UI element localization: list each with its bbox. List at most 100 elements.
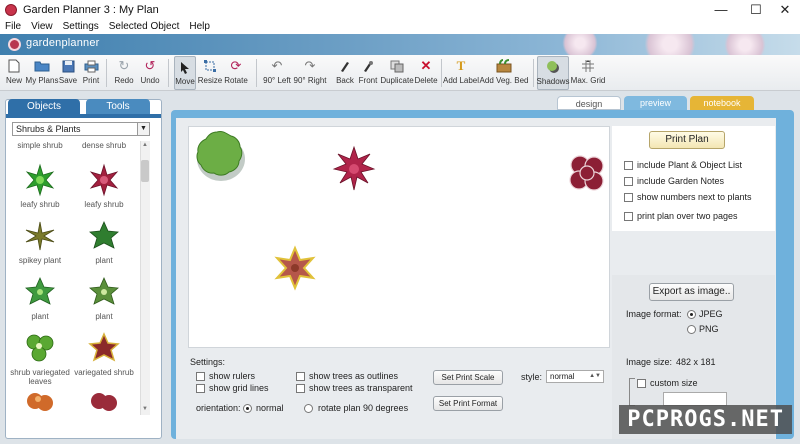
menu-file[interactable]: File xyxy=(0,21,26,32)
print-button[interactable]: Print xyxy=(81,56,101,90)
add-label-button[interactable]: T Add Label xyxy=(443,56,479,90)
new-button[interactable]: New xyxy=(3,56,25,90)
resize-mode-button[interactable]: Resize xyxy=(198,56,222,90)
plant-list-scrollbar[interactable] xyxy=(140,141,150,415)
image-size-value: 482 x 181 xyxy=(676,357,716,367)
list-item[interactable]: variegated shrub xyxy=(74,331,134,377)
plant-library-list: simple shrub dense shrub leafy shrub lea… xyxy=(10,141,138,414)
redo-button[interactable]: ↻ Redo xyxy=(113,56,135,90)
dark-red-shrub[interactable] xyxy=(565,151,609,195)
minimize-button[interactable]: — xyxy=(706,0,736,19)
tab-design[interactable]: design xyxy=(557,96,621,110)
send-back-button[interactable]: Back xyxy=(335,56,355,90)
include-garden-notes-checkbox[interactable] xyxy=(624,177,633,186)
export-image-button[interactable]: Export as image.. xyxy=(649,283,734,301)
set-print-scale-button[interactable]: Set Print Scale xyxy=(433,370,503,385)
blossom-decoration xyxy=(560,34,600,55)
scroll-down-icon[interactable]: ▼ xyxy=(141,406,149,414)
move-mode-button[interactable]: Move xyxy=(174,56,196,90)
rotate-right-icon: ↷ xyxy=(304,58,316,73)
leafy-shrub-icon xyxy=(89,163,119,197)
delete-button[interactable]: ✕ Delete xyxy=(414,56,438,90)
rotate-mode-button[interactable]: ⟳ Rotate xyxy=(224,56,248,90)
menu-bar: File View Settings Selected Object Help xyxy=(0,19,800,34)
menu-settings[interactable]: Settings xyxy=(58,21,104,32)
orientation-normal-radio[interactable] xyxy=(243,404,252,413)
show-rulers-label: show rulers xyxy=(209,371,256,381)
folder-icon xyxy=(34,56,50,76)
save-button[interactable]: Save xyxy=(58,56,78,90)
add-veg-bed-button[interactable]: Add Veg. Bed xyxy=(480,56,528,90)
include-plant-list-checkbox[interactable] xyxy=(624,161,633,170)
rotate-icon: ⟳ xyxy=(230,58,242,73)
my-plans-button[interactable]: My Plans xyxy=(26,56,58,90)
two-pages-checkbox[interactable] xyxy=(624,212,633,221)
close-button[interactable]: ✕ xyxy=(770,0,800,19)
title-bar: Garden Planner 3 : My Plan — ☐ ✕ xyxy=(0,0,800,19)
max-grid-button[interactable]: Max. Grid xyxy=(571,56,605,90)
print-plan-button[interactable]: Print Plan xyxy=(649,131,725,149)
scrollbar-thumb[interactable] xyxy=(141,160,149,182)
tab-underline xyxy=(6,114,161,118)
toolbar-separator xyxy=(441,59,442,87)
trees-outlines-checkbox[interactable] xyxy=(296,372,305,381)
maximize-button[interactable]: ☐ xyxy=(741,0,771,19)
toolbar-separator xyxy=(168,59,169,87)
custom-size-bracket xyxy=(629,378,635,406)
settings-heading: Settings: xyxy=(190,357,226,367)
toolbar-separator xyxy=(106,59,107,87)
red-leafy-shrub[interactable] xyxy=(330,145,378,193)
tab-objects[interactable]: Objects xyxy=(8,99,80,115)
duplicate-button[interactable]: Duplicate xyxy=(380,56,414,90)
blossom-decoration xyxy=(720,34,770,55)
tab-preview[interactable]: preview xyxy=(624,96,687,110)
list-item[interactable]: leafy shrub xyxy=(74,163,134,209)
trees-transparent-checkbox[interactable] xyxy=(296,384,305,393)
show-numbers-checkbox[interactable] xyxy=(624,193,633,202)
list-item[interactable]: simple shrub xyxy=(10,141,70,150)
set-print-format-button[interactable]: Set Print Format xyxy=(433,396,503,411)
rotate-left-button[interactable]: ↶ 90° Left xyxy=(262,56,292,90)
rotate-right-button[interactable]: ↷ 90° Right xyxy=(294,56,327,90)
trees-transparent-label: show trees as transparent xyxy=(309,383,413,393)
custom-size-checkbox[interactable] xyxy=(637,379,646,388)
png-radio[interactable] xyxy=(687,325,696,334)
variegated-shrub-icon xyxy=(26,334,54,362)
png-label: PNG xyxy=(699,324,719,334)
variegated-plant[interactable] xyxy=(271,245,319,293)
menu-help[interactable]: Help xyxy=(184,21,215,32)
custom-size-input[interactable] xyxy=(663,392,727,406)
list-item[interactable]: plant xyxy=(10,275,70,321)
list-item[interactable] xyxy=(10,389,70,414)
list-item[interactable]: spikey plant xyxy=(10,219,70,265)
list-item[interactable]: leafy shrub xyxy=(10,163,70,209)
spikey-plant-icon xyxy=(25,221,55,251)
list-item[interactable]: plant xyxy=(74,275,134,321)
list-item[interactable] xyxy=(74,389,134,414)
text-icon: T xyxy=(456,58,466,73)
tab-notebook[interactable]: notebook xyxy=(690,96,754,110)
bring-front-button[interactable]: Front xyxy=(357,56,379,90)
list-item[interactable]: shrub variegated leaves xyxy=(10,331,70,386)
orientation-rotate-radio[interactable] xyxy=(304,404,313,413)
grid-icon xyxy=(581,56,595,76)
show-grid-lines-checkbox[interactable] xyxy=(196,384,205,393)
list-item[interactable]: plant xyxy=(74,219,134,265)
plant-icon xyxy=(89,277,119,305)
scroll-up-icon[interactable]: ▲ xyxy=(141,142,149,150)
orientation-rotate-label: rotate plan 90 degrees xyxy=(318,403,409,413)
show-rulers-checkbox[interactable] xyxy=(196,372,205,381)
undo-button[interactable]: ↺ Undo xyxy=(139,56,161,90)
tab-tools[interactable]: Tools xyxy=(86,99,150,115)
style-select[interactable]: normal ▲▼ xyxy=(546,370,604,383)
jpeg-radio[interactable] xyxy=(687,310,696,319)
two-pages-label: print plan over two pages xyxy=(637,211,738,221)
category-select[interactable]: Shrubs & Plants ▼ xyxy=(12,122,150,136)
list-item[interactable]: dense shrub xyxy=(74,141,134,150)
shadows-toggle[interactable]: Shadows xyxy=(537,56,569,90)
menu-selected-object[interactable]: Selected Object xyxy=(104,21,185,32)
veg-bed-icon xyxy=(496,56,512,76)
orientation-normal-label: normal xyxy=(256,403,284,413)
green-shrub[interactable] xyxy=(191,129,247,183)
menu-view[interactable]: View xyxy=(26,21,58,32)
